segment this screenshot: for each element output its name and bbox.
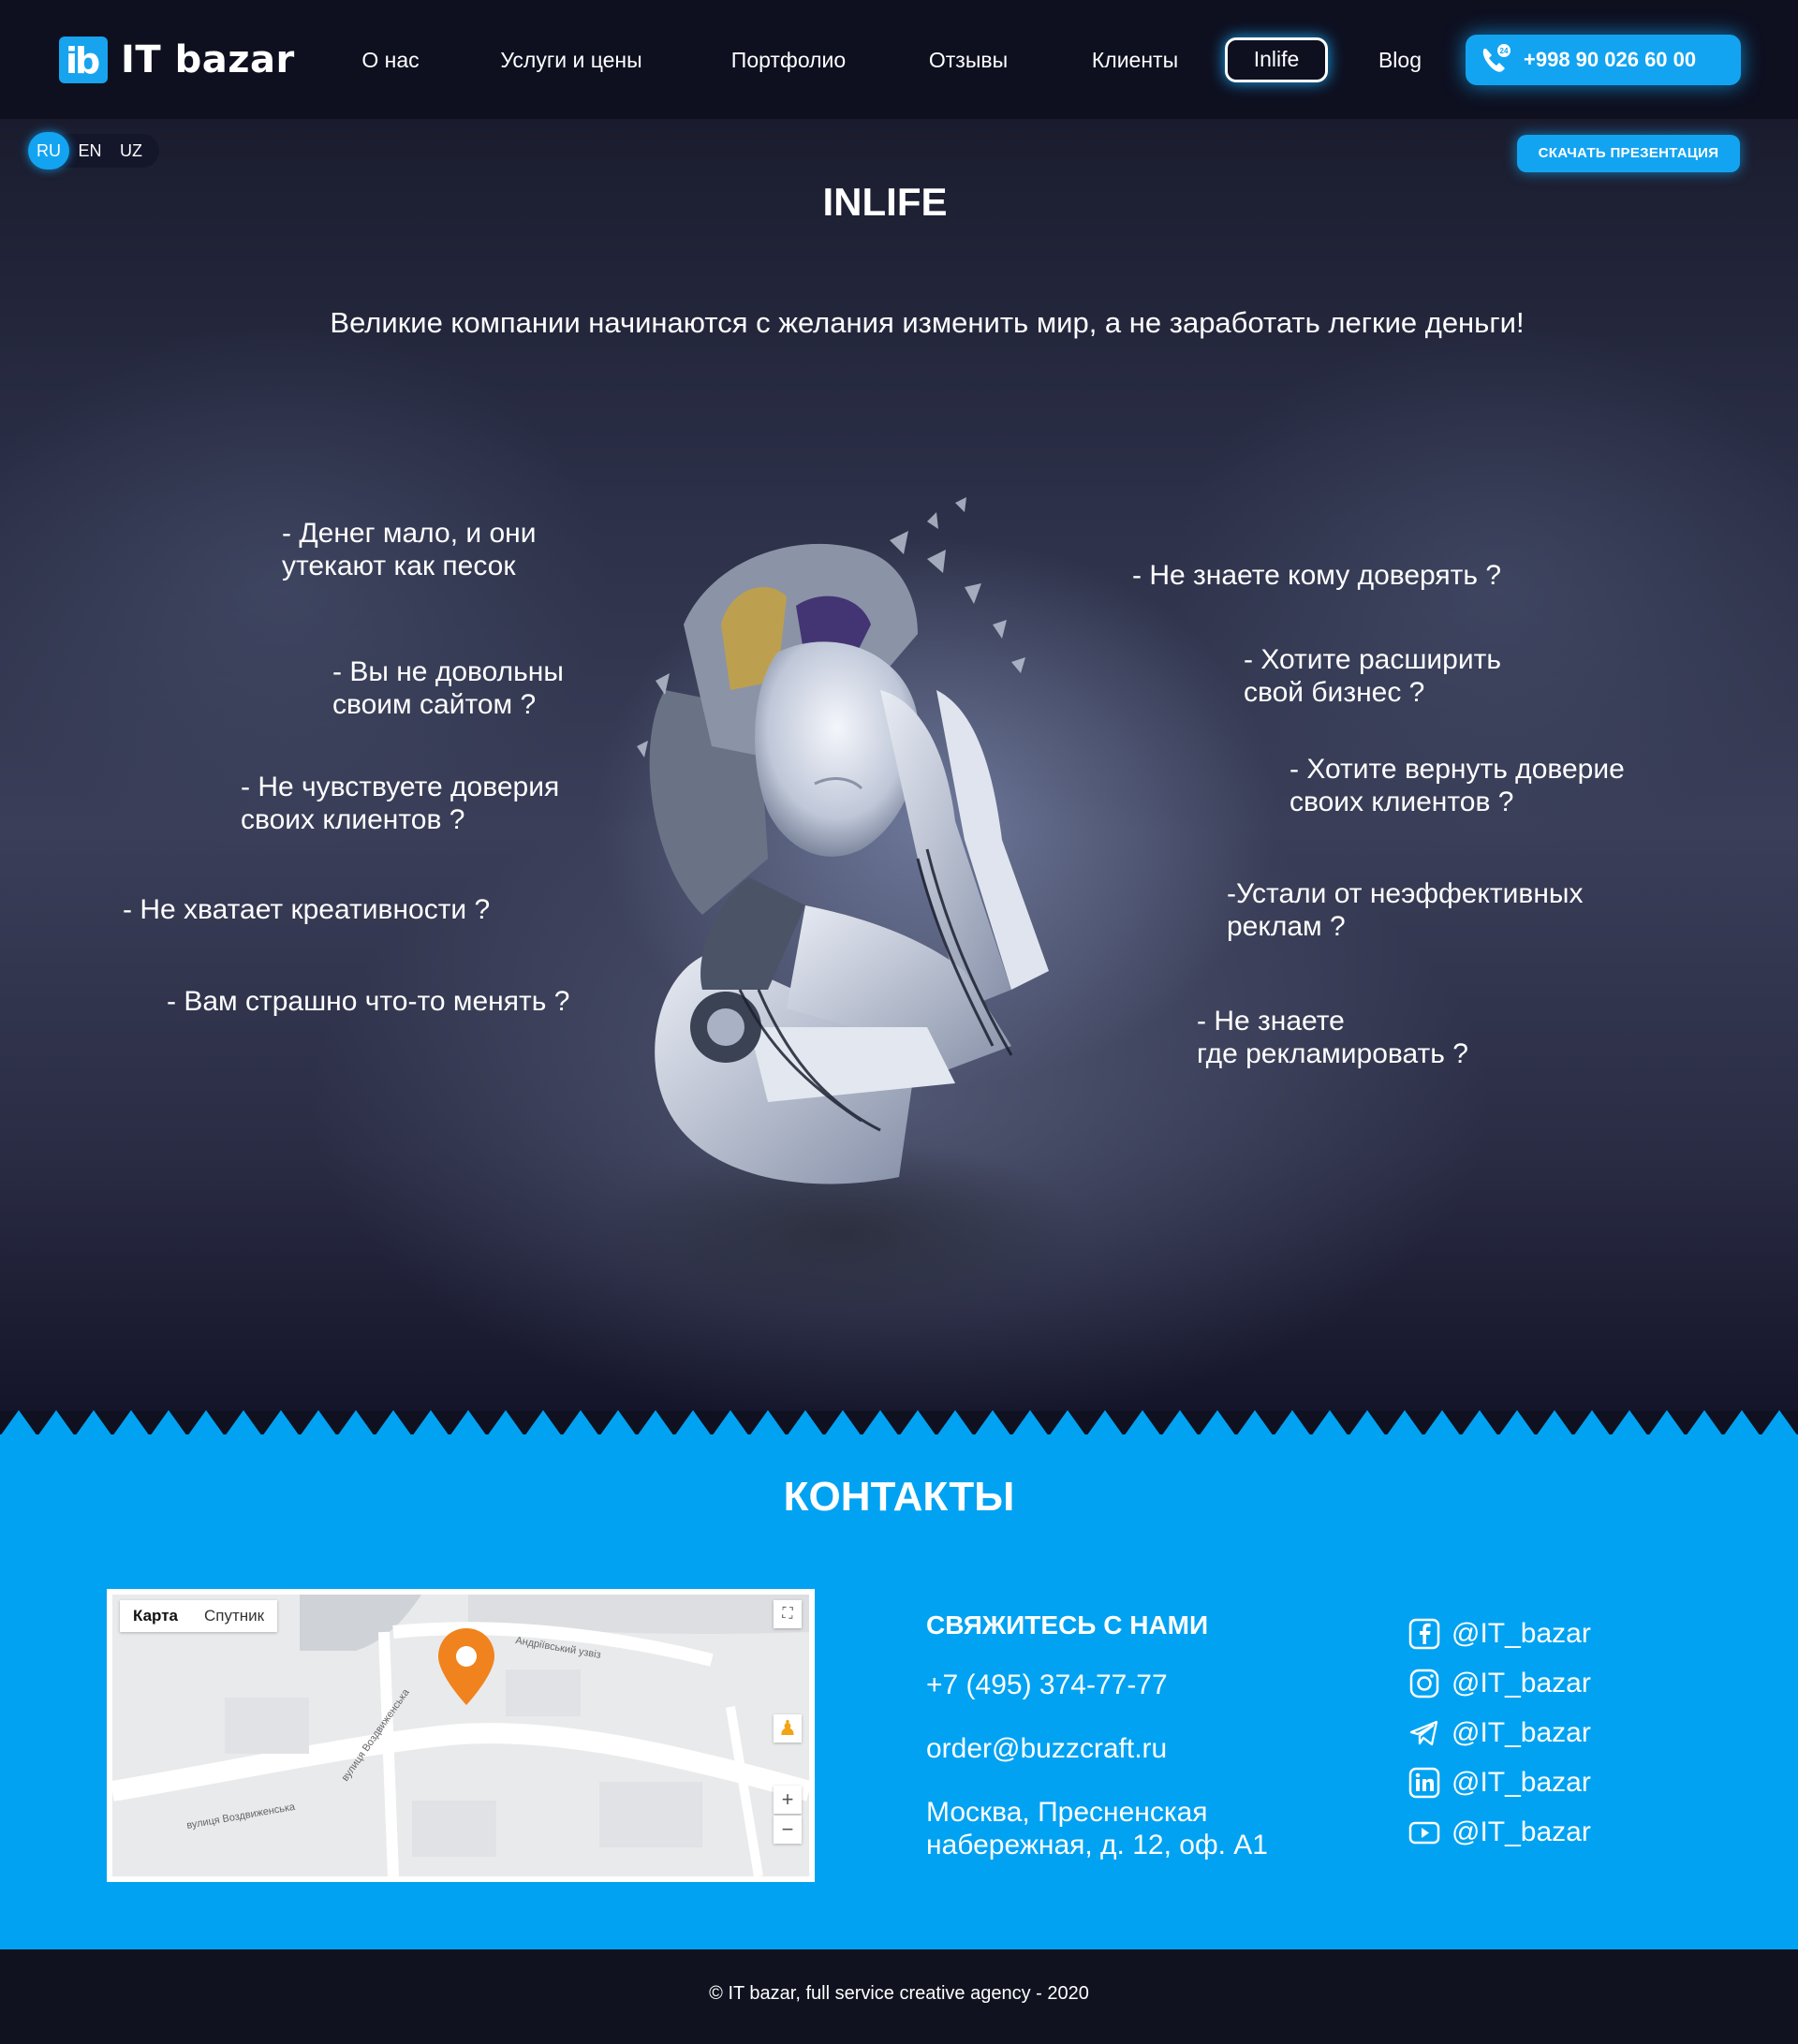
- lang-ru[interactable]: RU: [28, 132, 69, 169]
- download-presentation-button[interactable]: СКАЧАТЬ ПРЕЗЕНТАЦИЯ: [1517, 135, 1740, 172]
- copyright: © IT bazar, full service creative agency…: [709, 1983, 1089, 2004]
- contacts-section: КОНТАКТЫ Андріївський узвіз вулиця Воздв…: [0, 1434, 1798, 1949]
- question-right-2: - Хотите расширить свой бизнес ?: [1244, 644, 1501, 708]
- question-right-4: -Устали от неэффективных реклам ?: [1227, 878, 1584, 942]
- social-telegram[interactable]: @IT_bazar: [1408, 1717, 1591, 1749]
- social-facebook[interactable]: @IT_bazar: [1408, 1618, 1591, 1650]
- header: ib IT bazar О нас Услуги и цены Портфоли…: [0, 0, 1798, 119]
- contact-email[interactable]: order@buzzcraft.ru: [926, 1732, 1167, 1765]
- map[interactable]: Андріївський узвіз вулиця Воздвиженська …: [107, 1589, 815, 1882]
- language-switcher: RU EN UZ: [28, 132, 159, 169]
- social-linkedin[interactable]: @IT_bazar: [1408, 1767, 1591, 1799]
- social-label: @IT_bazar: [1452, 1717, 1591, 1748]
- svg-text:24: 24: [1500, 47, 1509, 55]
- instagram-icon: [1409, 1669, 1439, 1698]
- lang-uz[interactable]: UZ: [111, 132, 152, 169]
- zoom-in-icon[interactable]: +: [774, 1786, 802, 1814]
- fullscreen-icon[interactable]: ⛶: [774, 1600, 802, 1628]
- map-tab-map[interactable]: Карта: [120, 1600, 191, 1632]
- question-right-3: - Хотите вернуть доверие своих клиентов …: [1290, 754, 1625, 817]
- inlife-section: RU EN UZ СКАЧАТЬ ПРЕЗЕНТАЦИЯ INLIFE Вели…: [0, 119, 1798, 1411]
- hero-subtitle: Великие компании начинаются с желания из…: [330, 306, 1525, 339]
- nav-portfolio[interactable]: Портфолио: [727, 37, 850, 82]
- telegram-icon: [1409, 1720, 1438, 1746]
- nav-blog[interactable]: Blog: [1373, 37, 1427, 82]
- nav-inlife[interactable]: Inlife: [1225, 37, 1328, 82]
- question-left-2: - Вы не довольны своим сайтом ?: [332, 656, 564, 720]
- question-left-4: - Не хватает креативности ?: [123, 894, 491, 925]
- robot-illustration: [599, 497, 1086, 1327]
- nav-clients[interactable]: Клиенты: [1086, 37, 1184, 82]
- contact-address: Москва, Пресненская набережная, д. 12, о…: [926, 1797, 1268, 1860]
- social-label: @IT_bazar: [1452, 1767, 1591, 1798]
- nav-services[interactable]: Услуги и цены: [494, 37, 648, 82]
- nav-reviews[interactable]: Отзывы: [925, 37, 1011, 82]
- footer: © IT bazar, full service creative agency…: [0, 1949, 1798, 2044]
- map-tab-satellite[interactable]: Спутник: [191, 1600, 277, 1632]
- phone-number: +998 90 026 60 00: [1524, 48, 1697, 71]
- social-label: @IT_bazar: [1452, 1816, 1591, 1847]
- lang-en[interactable]: EN: [69, 132, 111, 169]
- zoom-out-icon[interactable]: −: [774, 1816, 802, 1844]
- question-left-5: - Вам страшно что-то менять ?: [167, 986, 570, 1017]
- contacts-title: КОНТАКТЫ: [783, 1474, 1015, 1520]
- contact-heading: СВЯЖИТЕСЬ С НАМИ: [926, 1610, 1209, 1640]
- linkedin-icon: [1408, 1767, 1440, 1799]
- youtube-icon: [1408, 1821, 1440, 1845]
- social-youtube[interactable]: @IT_bazar: [1408, 1816, 1591, 1848]
- question-right-1: - Не знаете кому доверять ?: [1132, 560, 1502, 591]
- page-title: INLIFE: [822, 180, 948, 224]
- map-tiles: Андріївський узвіз вулиця Воздвиженська …: [112, 1595, 809, 1876]
- zigzag-divider: [0, 1410, 1798, 1436]
- social-instagram[interactable]: @IT_bazar: [1408, 1668, 1591, 1699]
- question-right-5: - Не знаете где рекламировать ?: [1197, 1006, 1468, 1069]
- map-type-tabs: Карта Спутник: [120, 1600, 278, 1632]
- phone-24-icon: 24: [1482, 44, 1511, 72]
- social-label: @IT_bazar: [1452, 1668, 1591, 1698]
- contact-phone[interactable]: +7 (495) 374-77-77: [926, 1669, 1168, 1701]
- street-view-icon[interactable]: ♟: [774, 1714, 802, 1743]
- social-label: @IT_bazar: [1452, 1618, 1591, 1649]
- phone-button[interactable]: 24 +998 90 026 60 00: [1466, 35, 1741, 85]
- nav-about[interactable]: О нас: [356, 37, 425, 82]
- question-left-1: - Денег мало, и они утекают как песок: [282, 518, 537, 581]
- question-left-3: - Не чувствуете доверия своих клиентов ?: [241, 772, 560, 835]
- facebook-icon: [1408, 1618, 1440, 1650]
